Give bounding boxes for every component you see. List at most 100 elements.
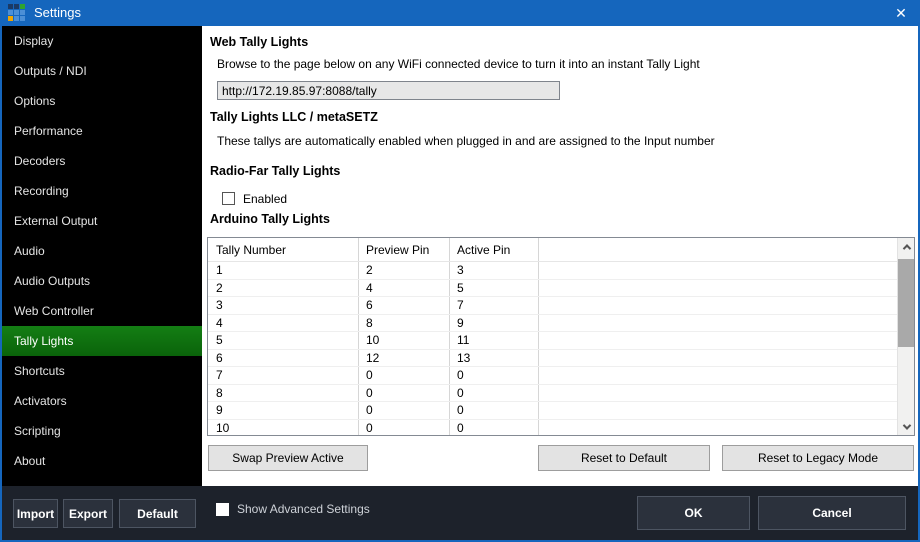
column-header: Tally Number [216,242,287,257]
table-cell: 7 [216,368,223,383]
settings-window: Settings ✕ Display Outputs / NDI Options Pe… [0,0,920,542]
sidebar-item-outputs-ndi[interactable]: Outputs / NDI [2,56,202,86]
column-header: Preview Pin [366,242,430,257]
table-cell: 0 [366,403,373,418]
scrollbar-up-button[interactable] [898,238,914,255]
table-cell: 3 [216,298,223,313]
table-row[interactable]: 2 4 5 [208,280,914,297]
sidebar-item-audio[interactable]: Audio [2,236,202,266]
sidebar-item-about[interactable]: About [2,446,202,476]
logo-square [8,16,13,21]
sidebar-item-recording[interactable]: Recording [2,176,202,206]
enabled-checkbox-label: Enabled [243,192,288,206]
sidebar-item-options[interactable]: Options [2,86,202,116]
ok-button[interactable]: OK [637,496,750,530]
reset-to-legacy-mode-button[interactable]: Reset to Legacy Mode [722,445,914,471]
logo-square [20,4,25,9]
table-cell: 2 [366,263,373,278]
settings-sidebar: Display Outputs / NDI Options Performance De… [2,26,202,486]
table-cell: 6 [216,350,223,365]
tally-llc-heading: Tally Lights LLC / metaSETZ [210,110,378,124]
title-bar: Settings ✕ [0,0,920,26]
reset-to-default-button[interactable]: Reset to Default [538,445,710,471]
chevron-down-icon [902,420,911,430]
radio-far-heading: Radio-Far Tally Lights [210,164,341,178]
table-row[interactable]: 7 0 0 [208,367,914,385]
logo-square [8,4,13,9]
table-cell: 0 [457,385,464,400]
scrollbar-thumb[interactable] [898,259,914,347]
table-cell: 12 [366,350,380,365]
table-cell: 0 [457,420,464,435]
logo-square [14,16,19,21]
table-cell: 5 [216,333,223,348]
table-cell: 8 [216,385,223,400]
table-cell: 13 [457,350,471,365]
logo-square [14,10,19,15]
table-row[interactable]: 9 0 0 [208,402,914,420]
table-row[interactable]: 4 8 9 [208,315,914,332]
table-cell: 4 [366,280,373,295]
show-advanced-settings-checkbox[interactable] [216,503,229,516]
table-cell: 8 [366,315,373,330]
table-row[interactable]: 10 0 0 [208,420,914,436]
default-button[interactable]: Default [119,499,196,528]
table-cell: 6 [366,298,373,313]
scrollbar-down-button[interactable] [898,418,914,435]
sidebar-item-shortcuts[interactable]: Shortcuts [2,356,202,386]
logo-square [14,4,19,9]
sidebar-item-tally-lights[interactable]: Tally Lights [2,326,202,356]
sidebar-menu: Display Outputs / NDI Options Performance De… [2,26,202,476]
logo-square [20,16,25,21]
sidebar-item-decoders[interactable]: Decoders [2,146,202,176]
web-tally-heading: Web Tally Lights [210,35,309,49]
table-row[interactable]: 6 12 13 [208,350,914,367]
table-cell: 0 [366,420,373,435]
table-cell: 11 [457,333,470,348]
table-row[interactable]: 1 2 3 [208,262,914,280]
chevron-up-icon [902,243,911,253]
footer-bar: Import Export Default Show Advanced Sett… [2,486,918,540]
sidebar-item-display[interactable]: Display [2,26,202,56]
table-row[interactable]: 3 6 7 [208,297,914,315]
settings-content: Web Tally Lights Browse to the page belo… [202,26,918,486]
table-cell: 4 [216,315,223,330]
table-row[interactable]: 5 10 11 [208,332,914,350]
column-header: Active Pin [457,242,511,257]
table-cell: 0 [457,368,464,383]
tally-url-input[interactable] [217,81,560,100]
table-cell: 0 [366,385,373,400]
table-header-row: Tally Number Preview Pin Active Pin [208,238,914,262]
logo-square [8,10,13,15]
arduino-tally-table: Tally Number Preview Pin Active Pin 12 3 2 4 5… [207,237,915,436]
table-cell: 10 [216,420,230,435]
cancel-button[interactable]: Cancel [758,496,906,530]
table-cell: 5 [457,280,464,295]
sidebar-item-web-controller[interactable]: Web Controller [2,296,202,326]
web-tally-description: Browse to the page below on any WiFi con… [217,57,700,71]
sidebar-item-scripting[interactable]: Scripting [2,416,202,446]
table-row[interactable]: 8 0 0 [208,385,914,402]
table-cell: 10 [366,333,380,348]
enabled-checkbox[interactable] [222,192,235,205]
tally-llc-description: These tallys are automatically enabled w… [217,134,715,148]
table-cell: 2 [216,280,223,295]
table-cell: 0 [366,368,373,383]
export-button[interactable]: Export [63,499,113,528]
swap-preview-active-button[interactable]: Swap Preview Active [208,445,368,471]
table-cell: 7 [457,298,464,313]
logo-square [20,10,25,15]
window-title: Settings [34,5,81,20]
close-icon[interactable]: ✕ [886,0,916,26]
sidebar-item-activators[interactable]: Activators [2,386,202,416]
import-button[interactable]: Import [13,499,58,528]
sidebar-item-audio-outputs[interactable]: Audio Outputs [2,266,202,296]
arduino-heading: Arduino Tally Lights [210,212,330,226]
table-cell: 3 [457,263,464,278]
vertical-scrollbar[interactable] [897,238,914,435]
table-cell: 0 [457,403,464,418]
sidebar-item-external-output[interactable]: External Output [2,206,202,236]
show-advanced-settings-label: Show Advanced Settings [237,502,370,516]
arduino-table-body: 1 2 3 2 4 5 3 6 7 4 8 9 5 10 11 6 12 13 7 0 0 8 0 0 9 0 0 10 0 0 [208,262,914,436]
sidebar-item-performance[interactable]: Performance [2,116,202,146]
